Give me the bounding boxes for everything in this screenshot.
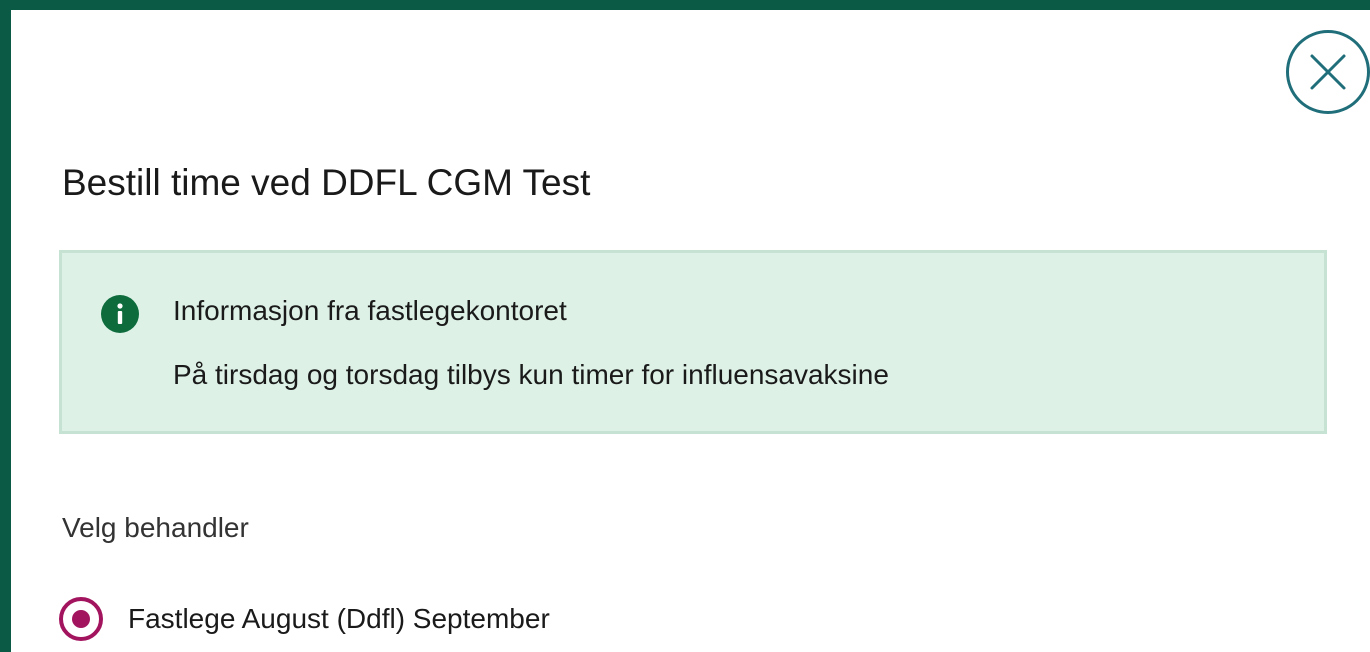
info-heading: Informasjon fra fastlegekontoret xyxy=(173,295,567,326)
close-icon xyxy=(1310,54,1346,90)
radio-dot xyxy=(72,610,90,628)
close-button[interactable] xyxy=(1286,30,1370,114)
info-body: På tirsdag og torsdag tilbys kun timer f… xyxy=(173,359,889,390)
practitioner-option-label: Fastlege August (Ddfl) September xyxy=(128,603,550,634)
info-icon xyxy=(101,295,139,333)
dialog-title: Bestill time ved DDFL CGM Test xyxy=(62,162,591,203)
practitioner-option[interactable]: Fastlege August (Ddfl) September xyxy=(59,596,550,642)
radio-selected-icon[interactable] xyxy=(59,597,103,641)
info-panel: Informasjon fra fastlegekontoret På tirs… xyxy=(59,250,1327,434)
booking-dialog: Bestill time ved DDFL CGM Test Informasj… xyxy=(11,10,1370,652)
practitioner-label: Velg behandler xyxy=(62,512,249,543)
